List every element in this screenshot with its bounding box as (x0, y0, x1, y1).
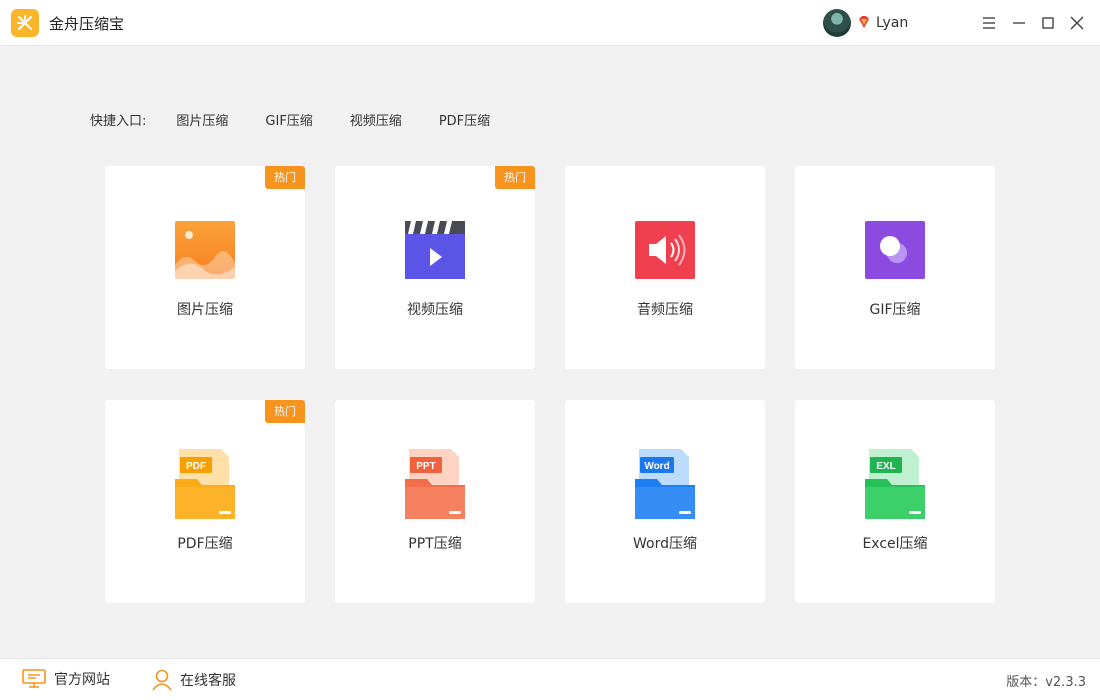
file-tag-label: PPT (416, 461, 435, 472)
user-avatar[interactable] (823, 9, 851, 37)
username[interactable]: Lyan (876, 15, 908, 31)
maximize-button[interactable] (1037, 12, 1059, 34)
quick-link-pdf[interactable]: PDF压缩 (439, 110, 490, 129)
image-icon (175, 221, 235, 279)
vip-diamond-icon (859, 16, 869, 28)
card-label: 图片压缩 (177, 302, 233, 318)
minimize-icon (1013, 22, 1025, 24)
version-text: 版本：v2.3.3 (1006, 675, 1086, 690)
card-label: Word压缩 (633, 536, 697, 552)
menu-icon (983, 17, 995, 29)
hot-badge: 热门 (265, 166, 305, 189)
card-excel-compress[interactable]: EXL Excel压缩 (795, 400, 995, 603)
audio-icon (635, 221, 695, 279)
minimize-button[interactable] (1008, 12, 1030, 34)
online-support-link[interactable]: 在线客服 (152, 669, 236, 691)
app-title: 金舟压缩宝 (49, 15, 125, 33)
word-file-icon: Word (635, 449, 695, 519)
file-tag-label: EXL (876, 461, 895, 472)
card-word-compress[interactable]: Word Word压缩 (565, 400, 765, 603)
user-support-icon (152, 669, 172, 691)
card-label: PPT压缩 (408, 536, 462, 552)
card-label: 音频压缩 (637, 302, 693, 318)
menu-button[interactable] (978, 12, 1000, 34)
close-icon (1070, 16, 1084, 30)
gif-icon (865, 221, 925, 279)
quick-link-gif[interactable]: GIF压缩 (265, 110, 312, 129)
card-label: GIF压缩 (869, 302, 921, 318)
card-label: 视频压缩 (407, 302, 463, 318)
hot-badge: 热门 (495, 166, 535, 189)
pdf-file-icon: PDF (175, 449, 235, 519)
maximize-icon (1042, 17, 1054, 29)
quick-link-video[interactable]: 视频压缩 (350, 110, 402, 129)
official-website-link[interactable]: 官方网站 (22, 669, 110, 689)
excel-file-icon: EXL (865, 449, 925, 519)
card-audio-compress[interactable]: 音频压缩 (565, 166, 765, 369)
ppt-file-icon: PPT (405, 449, 465, 519)
file-tag-label: PDF (186, 461, 206, 472)
card-gif-compress[interactable]: GIF压缩 (795, 166, 995, 369)
monitor-icon (22, 669, 46, 688)
app-logo-icon (11, 9, 39, 37)
quick-entry-label: 快捷入口: (90, 113, 147, 129)
card-image-compress[interactable]: 热门 图片压缩 (105, 166, 305, 369)
official-website-label: 官方网站 (54, 672, 110, 688)
card-ppt-compress[interactable]: PPT PPT压缩 (335, 400, 535, 603)
video-icon (405, 221, 465, 279)
card-label: PDF压缩 (177, 536, 233, 552)
card-video-compress[interactable]: 热门 视频压缩 (335, 166, 535, 369)
file-tag-label: Word (644, 461, 669, 472)
close-button[interactable] (1066, 12, 1088, 34)
quick-link-image[interactable]: 图片压缩 (176, 110, 228, 129)
bottom-bar: 官方网站 在线客服 版本：v2.3.3 (0, 658, 1100, 700)
quick-entry-bar: 快捷入口: 图片压缩 GIF压缩 视频压缩 PDF压缩 (90, 110, 527, 129)
title-bar: 金舟压缩宝 Lyan (0, 0, 1100, 46)
online-support-label: 在线客服 (180, 673, 236, 689)
card-pdf-compress[interactable]: 热门 PDF PDF压缩 (105, 400, 305, 603)
hot-badge: 热门 (265, 400, 305, 423)
card-label: Excel压缩 (862, 536, 928, 552)
